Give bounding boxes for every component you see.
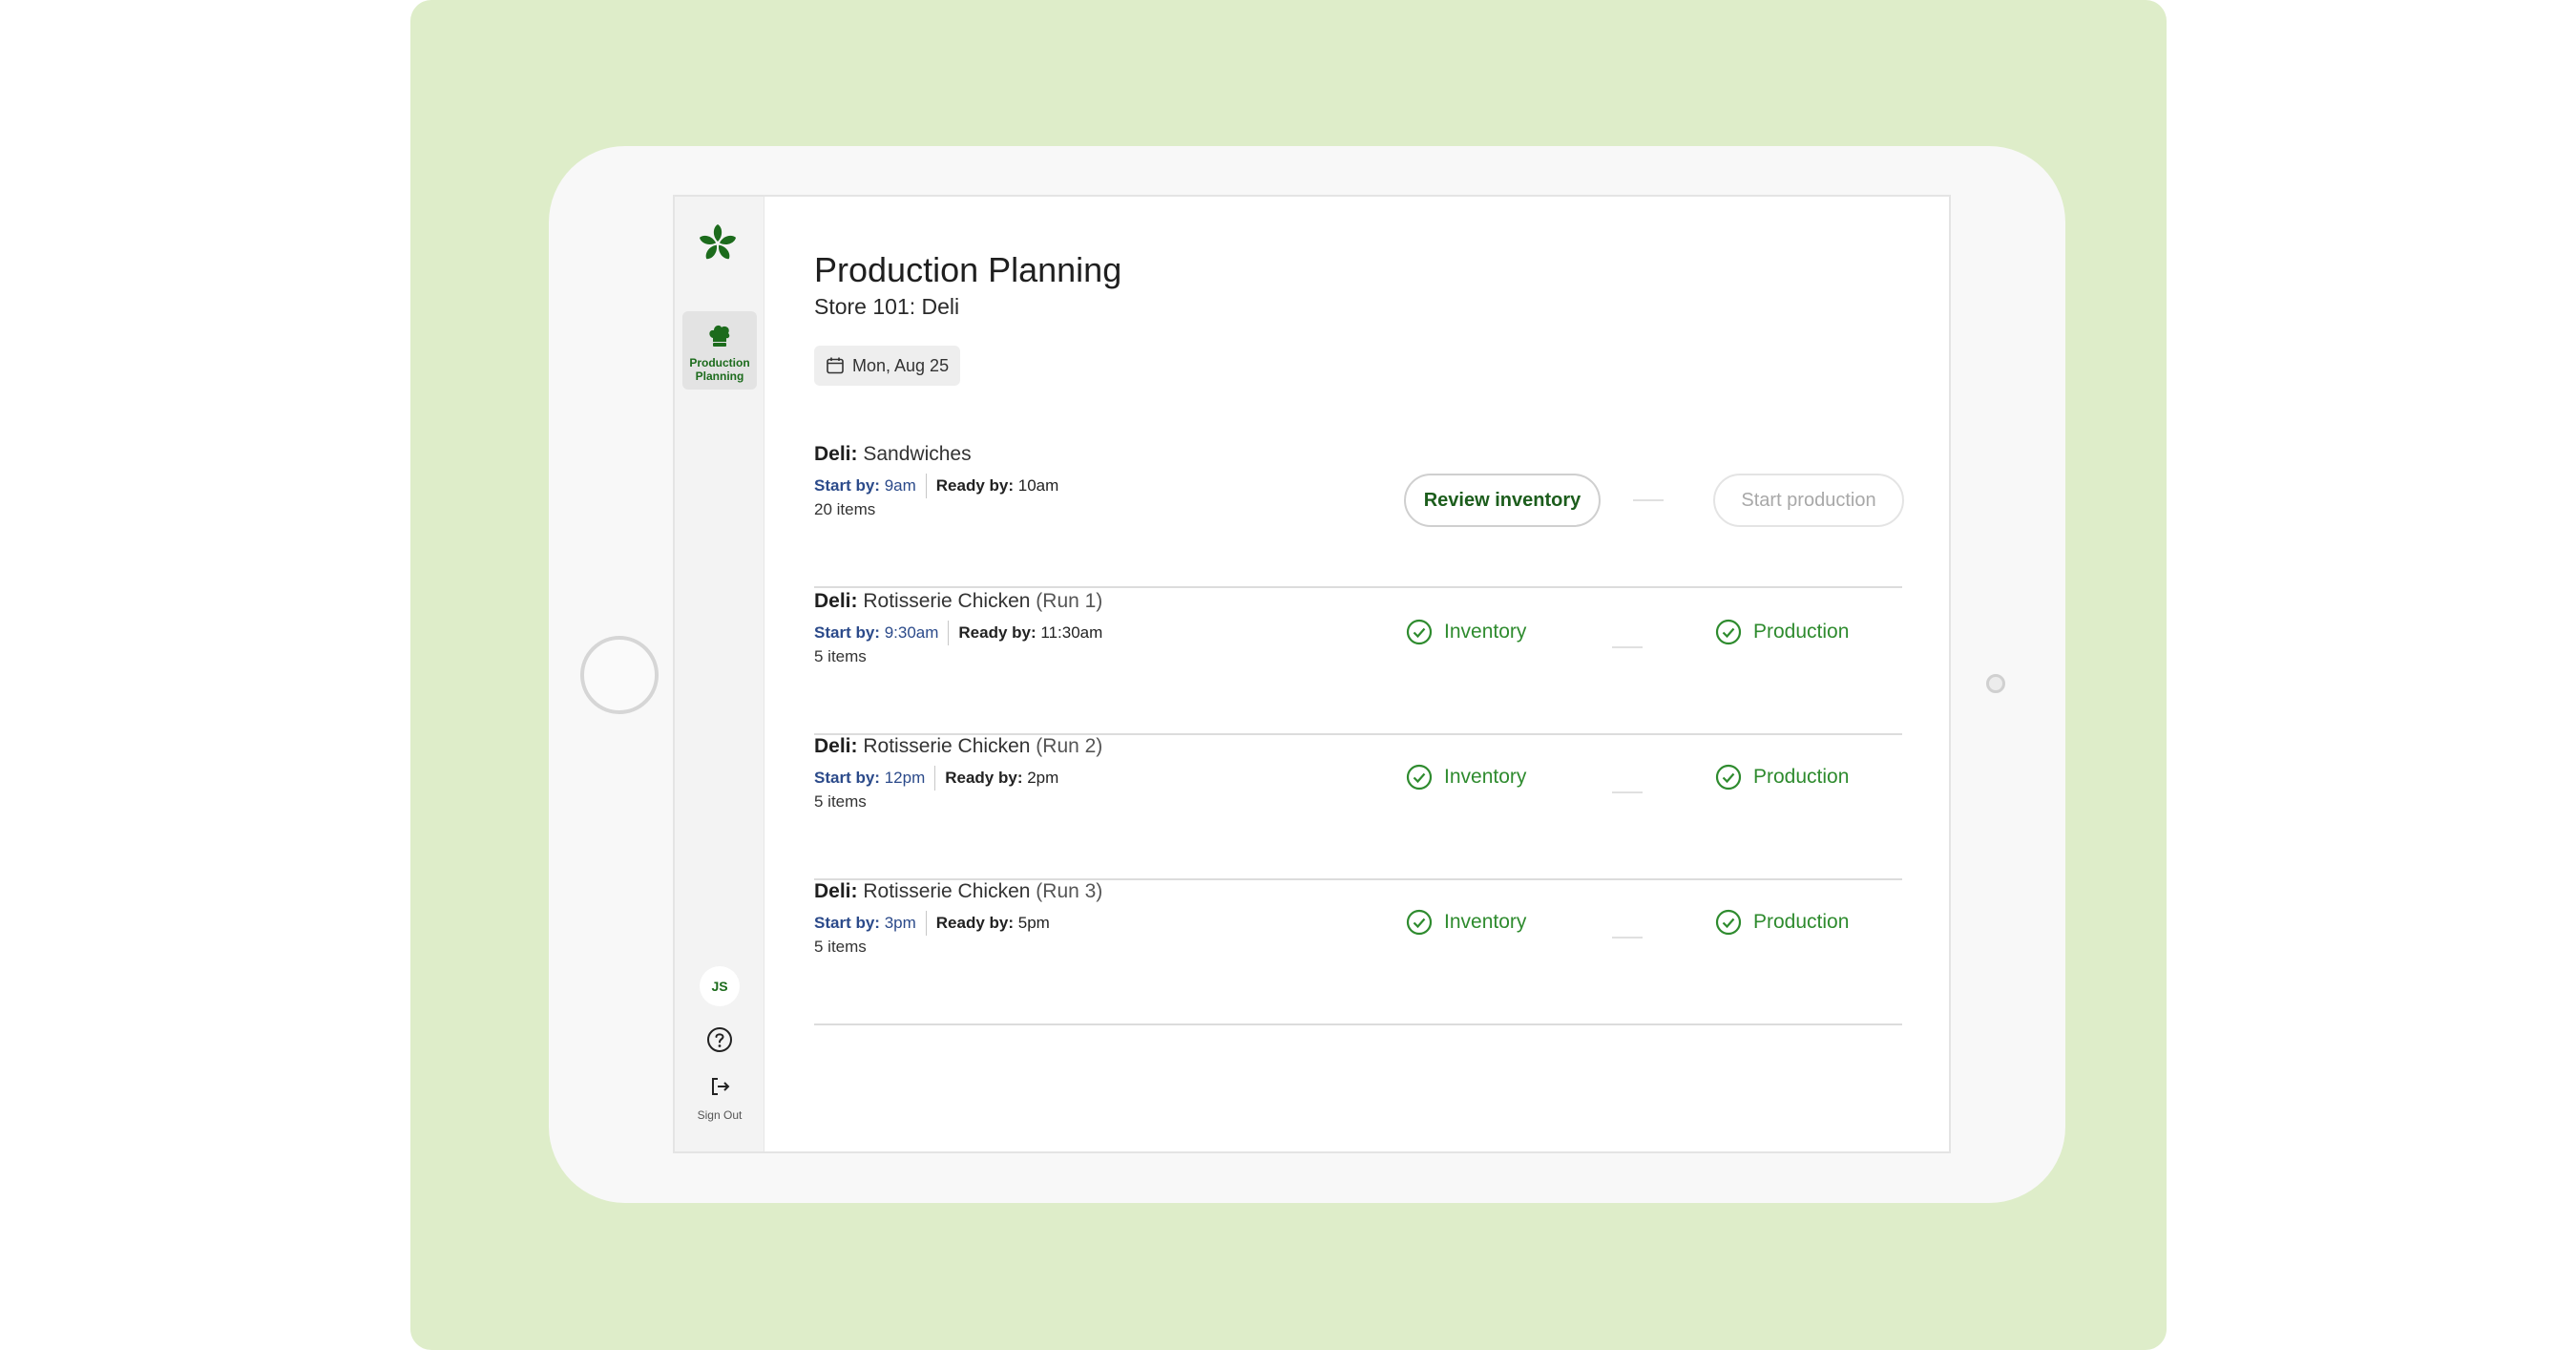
step-connector — [1633, 499, 1664, 501]
production-row: Deli: Rotisserie Chicken (Run 3) Start b… — [814, 880, 1902, 1025]
row-department: Deli: — [814, 443, 858, 465]
user-avatar[interactable]: JS — [700, 966, 740, 1006]
row-item-count: 5 items — [814, 792, 867, 811]
app-screen: Production Planning JS Sign Out Producti… — [673, 195, 1951, 1153]
start-production-button[interactable]: Start production — [1713, 474, 1904, 527]
divider — [948, 621, 950, 645]
row-title: Deli: Rotisserie Chicken (Run 2) — [814, 735, 1102, 758]
step-connector — [1612, 937, 1643, 939]
row-name: Rotisserie Chicken — [863, 880, 1031, 902]
start-by: Start by: 3pm — [814, 914, 916, 932]
production-status: Production — [1715, 909, 1849, 936]
help-icon[interactable] — [705, 1025, 734, 1054]
check-circle-icon — [1406, 909, 1433, 936]
tablet-home-button — [580, 636, 659, 714]
row-name: Rotisserie Chicken — [863, 590, 1031, 612]
date-selector[interactable]: Mon, Aug 25 — [814, 346, 961, 386]
logo-icon — [699, 224, 737, 260]
row-department: Deli: — [814, 735, 858, 757]
row-title: Deli: Rotisserie Chicken (Run 1) — [814, 590, 1102, 613]
date-label: Mon, Aug 25 — [852, 355, 950, 375]
step-connector — [1612, 791, 1643, 793]
ready-by: Ready by: 10am — [935, 476, 1059, 495]
chef-hat-icon — [709, 325, 730, 347]
production-row: Deli: Rotisserie Chicken (Run 2) Start b… — [814, 735, 1902, 880]
row-item-count: 20 items — [814, 500, 876, 518]
row-times: Start by: 9:30am Ready by: 11:30am — [814, 621, 1102, 645]
nav-item-production-planning[interactable]: Production Planning — [682, 311, 757, 390]
check-circle-icon — [1715, 909, 1742, 936]
row-run: (Run 1) — [1036, 590, 1103, 612]
row-times: Start by: 3pm Ready by: 5pm — [814, 911, 1050, 936]
calendar-icon — [827, 357, 844, 374]
check-circle-icon — [1715, 764, 1742, 791]
ready-by: Ready by: 11:30am — [958, 623, 1103, 642]
sidebar: Production Planning JS Sign Out — [675, 197, 764, 1151]
nav-item-label: Production Planning — [689, 356, 750, 383]
inventory-status: Inventory — [1406, 619, 1526, 645]
row-item-count: 5 items — [814, 647, 867, 665]
production-status: Production — [1715, 764, 1849, 791]
row-run: (Run 2) — [1036, 735, 1103, 757]
page-title: Production Planning — [814, 250, 1122, 289]
ready-by: Ready by: 5pm — [935, 914, 1050, 932]
row-run: (Run 3) — [1036, 880, 1103, 902]
check-circle-icon — [1406, 764, 1433, 791]
check-circle-icon — [1406, 619, 1433, 645]
production-row: Deli: Sandwiches Start by: 9am Ready by:… — [814, 443, 1904, 588]
inventory-status: Inventory — [1406, 909, 1526, 936]
inventory-status: Inventory — [1406, 764, 1526, 791]
start-by: Start by: 12pm — [814, 769, 926, 787]
sign-out-label: Sign Out — [697, 1108, 743, 1122]
sign-out-icon — [712, 1078, 730, 1095]
start-by: Start by: 9am — [814, 476, 916, 495]
ready-by: Ready by: 2pm — [945, 769, 1059, 787]
row-title: Deli: Sandwiches — [814, 443, 972, 466]
row-name: Rotisserie Chicken — [863, 735, 1031, 757]
row-times: Start by: 12pm Ready by: 2pm — [814, 766, 1058, 791]
row-name: Sandwiches — [863, 443, 972, 465]
sign-out-button[interactable]: Sign Out — [684, 1075, 755, 1122]
main-content: Production Planning Store 101: Deli Mon,… — [814, 197, 1904, 1151]
tablet-camera — [1986, 674, 2005, 693]
check-circle-icon — [1715, 619, 1742, 645]
row-title: Deli: Rotisserie Chicken (Run 3) — [814, 880, 1102, 903]
start-by: Start by: 9:30am — [814, 623, 939, 642]
divider — [934, 766, 936, 791]
divider — [925, 911, 927, 936]
review-inventory-button[interactable]: Review inventory — [1404, 474, 1601, 527]
page-subtitle: Store 101: Deli — [814, 294, 960, 319]
row-department: Deli: — [814, 880, 858, 902]
step-connector — [1612, 646, 1643, 648]
row-item-count: 5 items — [814, 938, 867, 956]
divider — [925, 474, 927, 498]
production-status: Production — [1715, 619, 1849, 645]
production-row: Deli: Rotisserie Chicken (Run 1) Start b… — [814, 590, 1902, 735]
row-department: Deli: — [814, 590, 858, 612]
row-times: Start by: 9am Ready by: 10am — [814, 474, 1058, 498]
